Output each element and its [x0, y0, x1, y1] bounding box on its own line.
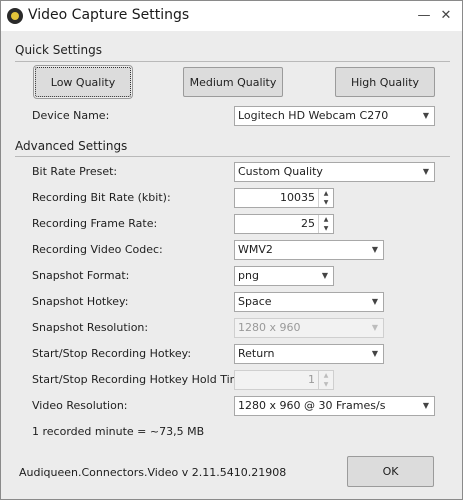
framerate-value: 25: [301, 217, 315, 230]
snapshot-resolution-label: Snapshot Resolution:: [32, 321, 149, 334]
high-quality-button[interactable]: High Quality: [335, 67, 435, 97]
quick-settings-divider: [15, 61, 450, 62]
bitrate-preset-value: Custom Quality: [238, 165, 323, 178]
chevron-down-icon[interactable]: ▼: [418, 163, 434, 181]
snapshot-format-value: png: [238, 269, 259, 282]
bitrate-label: Recording Bit Rate (kbit):: [32, 191, 171, 204]
title-bar: Video Capture Settings — ✕: [1, 1, 462, 31]
version-text: Audiqueen.Connectors.Video v 2.11.5410.2…: [19, 466, 287, 479]
advanced-settings-divider: [15, 156, 450, 157]
spin-down-icon[interactable]: ▼: [319, 198, 333, 207]
hold-time-spin: ▲ ▼: [318, 371, 333, 389]
hold-time-label: Start/Stop Recording Hotkey Hold Time:: [32, 373, 251, 386]
bitrate-value: 10035: [280, 191, 315, 204]
chevron-down-icon[interactable]: ▼: [418, 397, 434, 415]
bitrate-preset-label: Bit Rate Preset:: [32, 165, 118, 178]
window-title: Video Capture Settings: [28, 7, 190, 23]
codec-value: WMV2: [238, 243, 273, 256]
spin-up-icon: ▲: [323, 372, 329, 379]
ok-button[interactable]: OK: [347, 456, 434, 487]
recording-size-info: 1 recorded minute = ~73,5 MB: [32, 425, 205, 438]
device-name-value: Logitech HD Webcam C270: [238, 109, 389, 122]
snapshot-hotkey-value: Space: [238, 295, 272, 308]
bitrate-stepper[interactable]: 10035 ▲ ▼: [234, 188, 334, 208]
codec-select[interactable]: WMV2 ▼: [234, 240, 384, 260]
device-name-select[interactable]: Logitech HD Webcam C270 ▼: [234, 106, 435, 126]
spin-down-icon[interactable]: ▼: [319, 224, 333, 233]
spin-up-icon[interactable]: ▲: [319, 189, 333, 198]
snapshot-hotkey-select[interactable]: Space ▼: [234, 292, 384, 312]
chevron-down-icon[interactable]: ▼: [317, 267, 333, 285]
dialog-window: Video Capture Settings — ✕ Quick Setting…: [0, 0, 463, 500]
snapshot-format-select[interactable]: png ▼: [234, 266, 334, 286]
chevron-down-icon[interactable]: ▼: [418, 107, 434, 125]
framerate-spin[interactable]: ▲ ▼: [318, 215, 333, 233]
snapshot-resolution-value: 1280 x 960: [238, 321, 301, 334]
snapshot-format-label: Snapshot Format:: [32, 269, 130, 282]
minimize-icon[interactable]: —: [415, 7, 433, 25]
bitrate-preset-select[interactable]: Custom Quality ▼: [234, 162, 435, 182]
recording-hotkey-label: Start/Stop Recording Hotkey:: [32, 347, 192, 360]
hold-time-stepper: 1 ▲ ▼: [234, 370, 334, 390]
chevron-down-icon[interactable]: ▼: [367, 293, 383, 311]
advanced-settings-title: Advanced Settings: [15, 139, 128, 153]
bitrate-spin[interactable]: ▲ ▼: [318, 189, 333, 207]
low-quality-button[interactable]: Low Quality: [33, 65, 133, 99]
chevron-down-icon: ▼: [371, 323, 379, 332]
spin-down-icon: ▼: [323, 381, 329, 388]
video-resolution-label: Video Resolution:: [32, 399, 128, 412]
framerate-label: Recording Frame Rate:: [32, 217, 158, 230]
close-icon[interactable]: ✕: [437, 7, 455, 25]
framerate-stepper[interactable]: 25 ▲ ▼: [234, 214, 334, 234]
medium-quality-button[interactable]: Medium Quality: [183, 67, 283, 97]
quick-settings-title: Quick Settings: [15, 43, 102, 57]
recording-hotkey-select[interactable]: Return ▼: [234, 344, 384, 364]
spin-up-icon[interactable]: ▲: [319, 215, 333, 224]
app-icon: [7, 8, 23, 24]
video-resolution-value: 1280 x 960 @ 30 Frames/s: [238, 399, 386, 412]
device-name-label: Device Name:: [32, 109, 110, 122]
hold-time-value: 1: [308, 373, 315, 386]
snapshot-resolution-select: 1280 x 960 ▼: [234, 318, 384, 338]
recording-hotkey-value: Return: [238, 347, 275, 360]
chevron-down-icon[interactable]: ▼: [367, 241, 383, 259]
video-resolution-select[interactable]: 1280 x 960 @ 30 Frames/s ▼: [234, 396, 435, 416]
codec-label: Recording Video Codec:: [32, 243, 163, 256]
snapshot-hotkey-label: Snapshot Hotkey:: [32, 295, 129, 308]
chevron-down-icon[interactable]: ▼: [367, 345, 383, 363]
